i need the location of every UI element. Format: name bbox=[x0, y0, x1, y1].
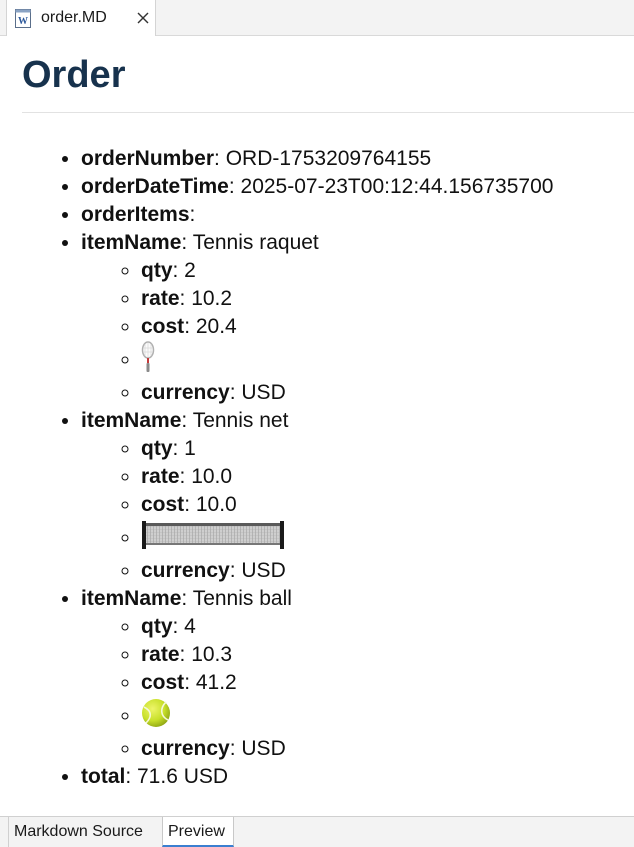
field-key: rate bbox=[141, 287, 180, 310]
field-key: qty bbox=[141, 259, 173, 282]
list-item-image bbox=[141, 697, 553, 735]
field-key: total bbox=[81, 765, 126, 788]
field-value: 10.0 bbox=[195, 493, 237, 516]
field-value: 41.2 bbox=[195, 671, 237, 694]
editor-tab-order-md[interactable]: W order.MD bbox=[6, 0, 156, 36]
field-key: rate bbox=[141, 643, 180, 666]
field-value: Tennis ball bbox=[192, 587, 292, 610]
field-key: currency bbox=[141, 737, 230, 760]
title-divider bbox=[22, 112, 634, 113]
markdown-preview: Order orderNumber: ORD-1753209764155 ord… bbox=[0, 36, 634, 816]
field-value: 10.0 bbox=[191, 465, 233, 488]
field-value: 2025-07-23T00:12:44.156735700 bbox=[240, 175, 554, 198]
list-item-item-name: itemName: Tennis ball qty: 4 rate: 10.3 … bbox=[81, 585, 553, 763]
field-value: Tennis net bbox=[192, 409, 289, 432]
field-value: 10.3 bbox=[191, 643, 233, 666]
field-key: cost bbox=[141, 493, 185, 516]
list-item-cost: cost: 41.2 bbox=[141, 669, 553, 697]
field-key: qty bbox=[141, 437, 173, 460]
list-item-item-name: itemName: Tennis net qty: 1 rate: 10.0 c… bbox=[81, 407, 553, 585]
field-value: 10.2 bbox=[191, 287, 233, 310]
field-key: orderDateTime bbox=[81, 175, 229, 198]
field-value: USD bbox=[241, 559, 286, 582]
item-details: qty: 1 rate: 10.0 cost: 10.0 bbox=[81, 435, 553, 585]
order-list: orderNumber: ORD-1753209764155 orderDate… bbox=[0, 145, 553, 791]
field-value: 2 bbox=[184, 259, 196, 282]
tab-preview[interactable]: Preview bbox=[162, 817, 234, 847]
field-value: 71.6 USD bbox=[137, 765, 229, 788]
list-item-item-name: itemName: Tennis raquet qty: 2 rate: 10.… bbox=[81, 229, 553, 407]
list-item-total: total: 71.6 USD bbox=[81, 763, 553, 791]
field-key: orderItems bbox=[81, 203, 190, 226]
field-key: currency bbox=[141, 559, 230, 582]
list-item-rate: rate: 10.2 bbox=[141, 285, 553, 313]
word-document-icon: W bbox=[15, 9, 31, 28]
field-value: ORD-1753209764155 bbox=[225, 147, 432, 170]
svg-text:W: W bbox=[18, 16, 28, 27]
list-item-currency: currency: USD bbox=[141, 379, 553, 407]
field-key: orderNumber bbox=[81, 147, 215, 170]
field-key: cost bbox=[141, 671, 185, 694]
field-value: 4 bbox=[184, 615, 196, 638]
list-item-order-number: orderNumber: ORD-1753209764155 bbox=[81, 145, 553, 173]
editor-tab-strip: W order.MD bbox=[0, 0, 634, 36]
tennis-racket-icon bbox=[141, 341, 155, 373]
list-item-cost: cost: 20.4 bbox=[141, 313, 553, 341]
list-item-image bbox=[141, 519, 553, 557]
list-item-cost: cost: 10.0 bbox=[141, 491, 553, 519]
field-key: itemName bbox=[81, 587, 182, 610]
list-item-rate: rate: 10.3 bbox=[141, 641, 553, 669]
list-item-rate: rate: 10.0 bbox=[141, 463, 553, 491]
list-item-qty: qty: 1 bbox=[141, 435, 553, 463]
field-value: USD bbox=[241, 381, 286, 404]
close-icon[interactable] bbox=[136, 11, 150, 25]
page-title: Order bbox=[22, 54, 126, 96]
list-item-qty: qty: 4 bbox=[141, 613, 553, 641]
tennis-net-icon bbox=[142, 521, 284, 550]
field-key: cost bbox=[141, 315, 185, 338]
field-value: 20.4 bbox=[195, 315, 237, 338]
field-key: qty bbox=[141, 615, 173, 638]
field-value: USD bbox=[241, 737, 286, 760]
editor-mode-tabs: Markdown Source Preview bbox=[0, 816, 634, 847]
field-key: itemName bbox=[81, 231, 182, 254]
list-item-image bbox=[141, 341, 553, 379]
list-item-currency: currency: USD bbox=[141, 735, 553, 763]
tennis-ball-icon bbox=[142, 699, 170, 728]
list-item-currency: currency: USD bbox=[141, 557, 553, 585]
list-item-order-date-time: orderDateTime: 2025-07-23T00:12:44.15673… bbox=[81, 173, 553, 201]
item-details: qty: 4 rate: 10.3 cost: 41.2 bbox=[81, 613, 553, 763]
field-key: currency bbox=[141, 381, 230, 404]
list-item-order-items: orderItems: bbox=[81, 201, 553, 229]
tab-markdown-source[interactable]: Markdown Source bbox=[8, 817, 162, 847]
field-key: itemName bbox=[81, 409, 182, 432]
list-item-qty: qty: 2 bbox=[141, 257, 553, 285]
field-key: rate bbox=[141, 465, 180, 488]
item-details: qty: 2 rate: 10.2 cost: 20.4 cur bbox=[81, 257, 553, 407]
field-value: 1 bbox=[184, 437, 196, 460]
field-value: Tennis raquet bbox=[192, 231, 319, 254]
editor-tab-title: order.MD bbox=[41, 9, 107, 26]
